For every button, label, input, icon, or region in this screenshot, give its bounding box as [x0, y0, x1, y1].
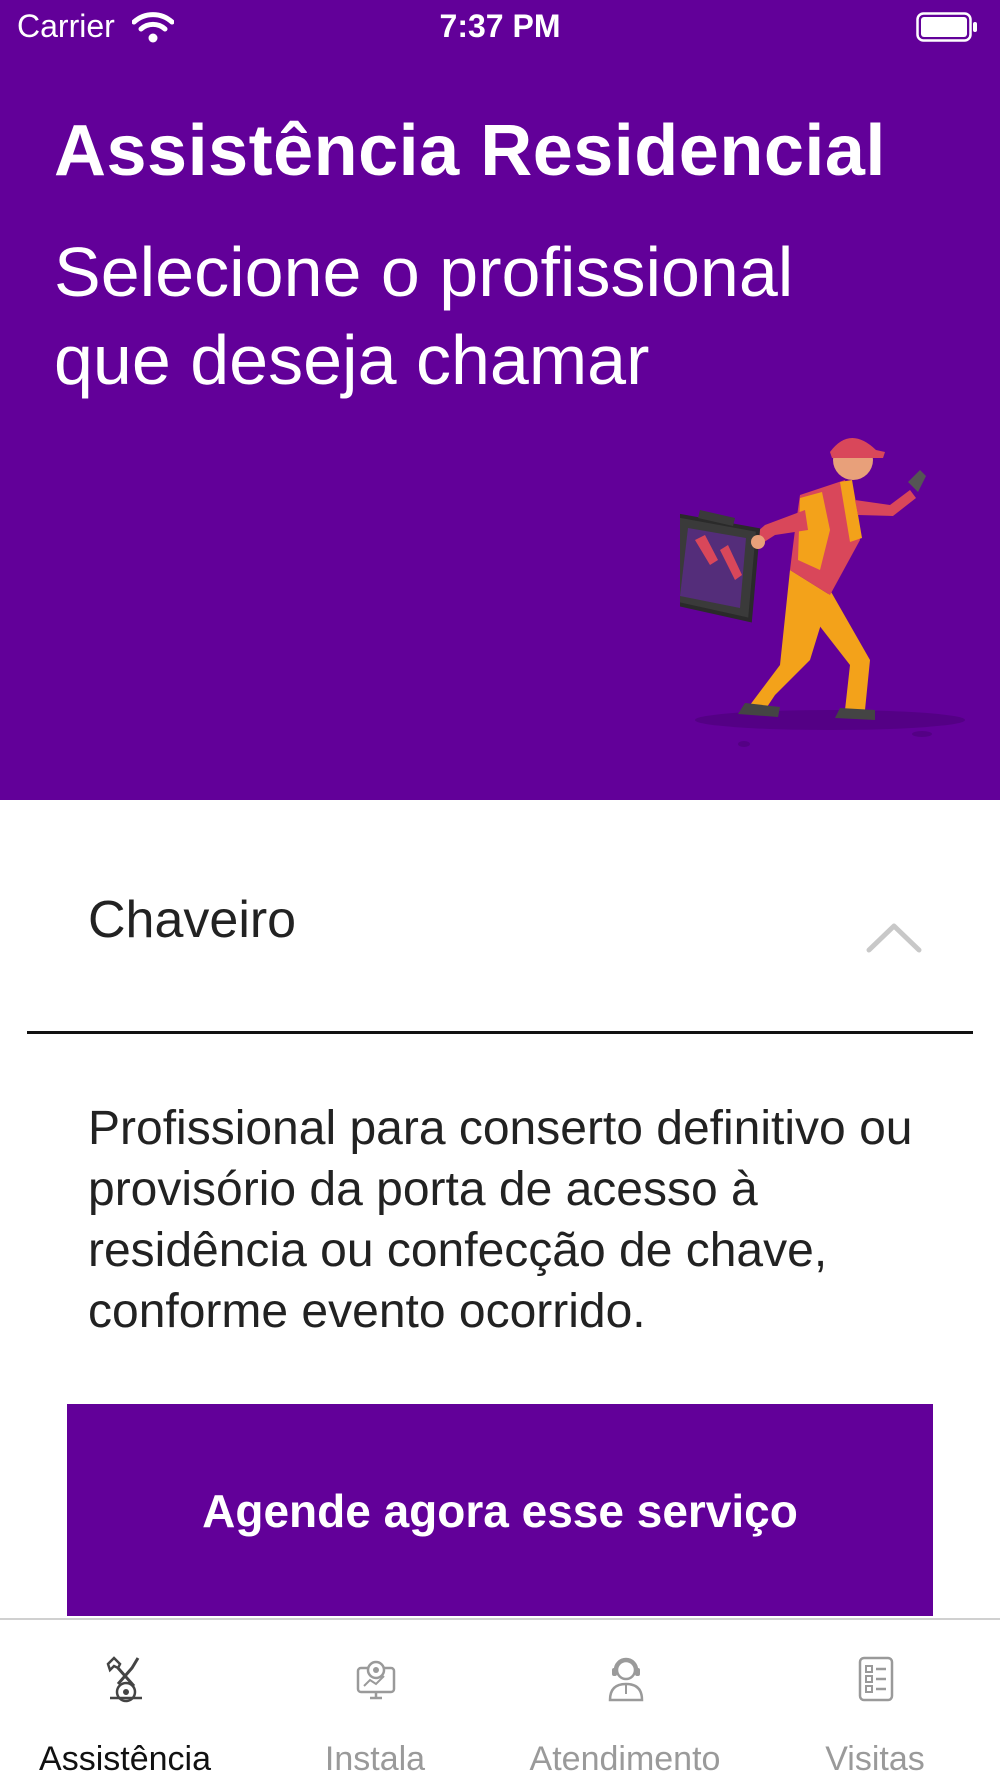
support-agent-icon [608, 1657, 644, 1702]
repair-tools-icon [106, 1656, 142, 1703]
page-title: Assistência Residencial [54, 111, 886, 191]
battery-icon [916, 12, 977, 42]
tab-label: Atendimento [529, 1740, 721, 1778]
tab-instala[interactable]: Instala [250, 1620, 500, 1780]
tab-atendimento[interactable]: Atendimento [500, 1620, 750, 1780]
accordion-divider [27, 1031, 973, 1034]
status-time: 7:37 PM [439, 8, 561, 44]
repairman-illustration [680, 437, 965, 747]
status-bar: Carrier 7:37 PM [0, 0, 1000, 56]
tab-label: Visitas [825, 1740, 925, 1778]
service-title: Chaveiro [88, 891, 297, 949]
accordion-header-chaveiro[interactable]: Chaveiro [27, 870, 973, 1035]
tab-visitas[interactable]: Visitas [750, 1620, 1000, 1780]
tab-assistencia[interactable]: Assistência [0, 1620, 250, 1780]
tab-label: Assistência [39, 1740, 211, 1778]
schedule-service-label: Agende agora esse serviço [202, 1485, 798, 1537]
tab-bar: Assistência Instala Atendimento Visitas [0, 1618, 1000, 1780]
page-subtitle: Selecione o profissional que deseja cham… [54, 233, 794, 399]
service-description: Profissional para conserto definitivo ou… [88, 1102, 913, 1338]
install-monitor-icon [356, 1660, 396, 1700]
schedule-service-button[interactable]: Agende agora esse serviço [67, 1404, 933, 1616]
checklist-icon [858, 1656, 894, 1702]
chevron-up-icon[interactable] [865, 920, 923, 954]
tab-label: Instala [324, 1740, 426, 1778]
hero-banner: Carrier 7:37 PM Assistência Residencial … [0, 0, 1000, 800]
